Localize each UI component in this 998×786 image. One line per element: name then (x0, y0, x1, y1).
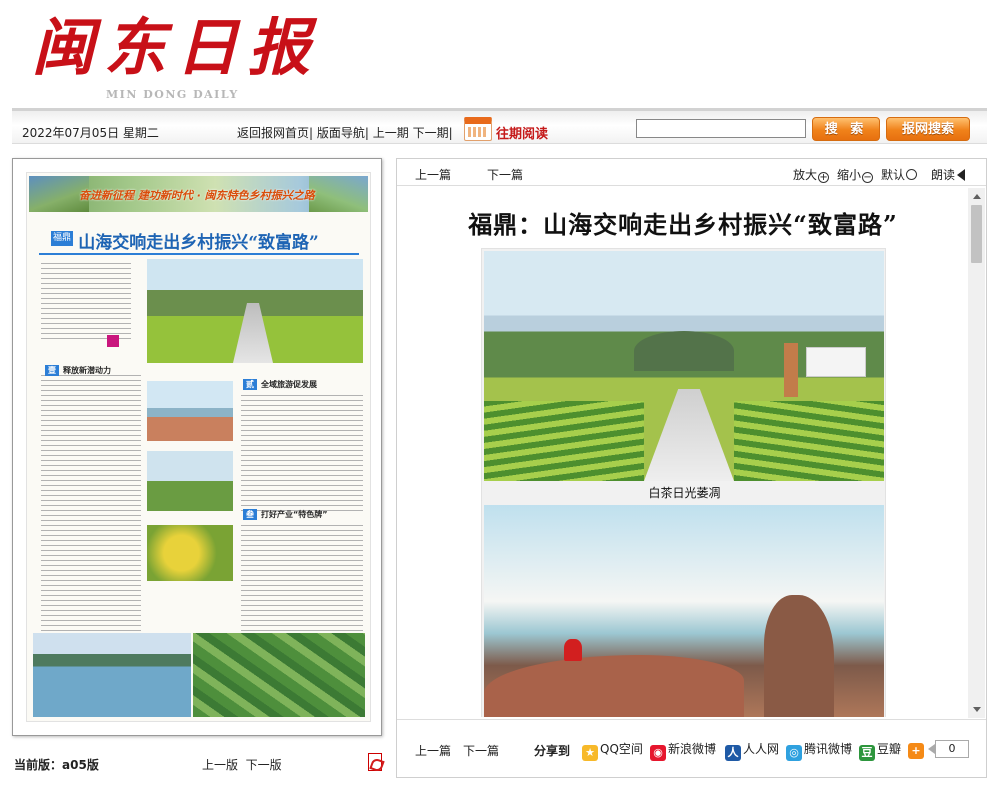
scroll-down-icon[interactable] (973, 707, 981, 712)
share-qzone[interactable]: ★ QQ空间 (582, 740, 643, 761)
title-rule (39, 253, 359, 255)
page-photo-tea (147, 259, 363, 363)
article-figure: 白茶日光萎凋 (481, 248, 886, 717)
speaker-icon (957, 169, 966, 181)
tea-withering-photo[interactable] (484, 251, 884, 481)
top-nav: 返回报网首页| 版面导航| 上一期 下一期| (237, 126, 453, 140)
douban-icon: 豆 (859, 745, 875, 761)
section-heading: 贰全域旅游促发展 (243, 379, 317, 390)
text-block (241, 523, 363, 631)
text-block (41, 261, 131, 341)
share-tencent-weibo[interactable]: ◎ 腾讯微博 (786, 740, 852, 761)
section-heading: 叁打好产业“特色牌” (243, 509, 328, 520)
share-douban[interactable]: 豆豆瓣 (859, 740, 901, 761)
calendar-icon[interactable] (464, 117, 492, 141)
page-footer: 当前版：a05版 上一版 下一版 (12, 752, 387, 776)
page-thumbnail-panel: 奋进新征程 建功新时代 · 闽东特色乡村振兴之路 福鼎 山海交响走出乡村振兴“致… (12, 158, 382, 736)
page-photo-bay (33, 633, 191, 717)
renren-icon: 人 (725, 745, 741, 761)
prev-article-link[interactable]: 上一篇 (415, 166, 451, 183)
page-photo-drone (147, 451, 233, 511)
pdf-icon[interactable] (368, 753, 382, 771)
home-link[interactable]: 返回报网首页 (237, 126, 309, 140)
top-toolbar: 2022年07月05日 星期二 返回报网首页| 版面导航| 上一期 下一期| 往… (12, 108, 987, 144)
share-bar: 上一篇 下一篇 分享到 ★ QQ空间 ◉ 新浪微博 人人人网 ◎ 腾讯微博 豆豆瓣 +… (397, 719, 986, 778)
share-renren[interactable]: 人人人网 (725, 740, 779, 761)
prev-page-link[interactable]: 上一版 (202, 758, 238, 772)
coast-photo[interactable] (484, 505, 884, 717)
photo-caption: 白茶日光萎凋 (648, 486, 721, 500)
current-page: 当前版：a05版 (14, 758, 99, 772)
newspaper-page[interactable]: 奋进新征程 建功新时代 · 闽东特色乡村振兴之路 福鼎 山海交响走出乡村振兴“致… (27, 173, 370, 721)
next-issue-link[interactable]: 下一期 (413, 126, 449, 140)
next-page-link[interactable]: 下一版 (246, 758, 282, 772)
share-label: 分享到 (534, 744, 571, 758)
prev-article-link[interactable]: 上一篇 (415, 742, 451, 759)
share-more[interactable]: + (908, 740, 926, 759)
search-input[interactable] (636, 119, 806, 138)
next-article-link[interactable]: 下一篇 (463, 742, 499, 759)
article-scrollbar[interactable] (968, 188, 985, 718)
read-aloud-control[interactable]: 朗读 (931, 166, 966, 183)
logo[interactable]: 闽东日报 (32, 8, 320, 88)
minus-icon: − (862, 172, 874, 183)
search-button[interactable]: 搜 索 (812, 117, 880, 141)
share-count: 0 (928, 740, 969, 758)
text-block (241, 393, 363, 513)
site-search-button[interactable]: 报网搜索 (886, 117, 970, 141)
scroll-thumb[interactable] (971, 205, 982, 263)
plus-icon: + (818, 172, 830, 183)
page-pagination: 上一版 下一版 (202, 756, 282, 773)
page-banner: 奋进新征程 建功新时代 · 闽东特色乡村振兴之路 (29, 176, 368, 212)
article-headline: 福鼎：山海交响走出乡村振兴“致富路” (468, 210, 898, 239)
zoom-out-control[interactable]: 缩小 − (837, 166, 874, 183)
pink-marker (107, 335, 119, 347)
next-article-link[interactable]: 下一篇 (487, 166, 523, 183)
article-body[interactable]: 福鼎：山海交响走出乡村振兴“致富路” 白茶日光萎凋 (398, 188, 968, 717)
past-issues-link[interactable]: 往期阅读 (496, 123, 548, 142)
article-panel: 上一篇 下一篇 放大 + 缩小 − 默认 朗读 福鼎：山海交响走出乡村振兴“致富路”… (396, 158, 987, 778)
page-photo-fields (193, 633, 365, 717)
share-weibo[interactable]: ◉ 新浪微博 (650, 740, 716, 761)
article-toolbar: 上一篇 下一篇 放大 + 缩小 − 默认 朗读 (397, 159, 986, 186)
zoom-in-control[interactable]: 放大 + (793, 166, 830, 183)
tencent-weibo-icon: ◎ (786, 745, 802, 761)
prev-issue-link[interactable]: 上一期 (373, 126, 409, 140)
weibo-icon: ◉ (650, 745, 666, 761)
page-title: 山海交响走出乡村振兴“致富路” (78, 233, 319, 253)
page-nav-link[interactable]: 版面导航 (317, 126, 365, 140)
page-photo-flowers (147, 525, 233, 581)
logo-english: MIN DONG DAILY (106, 88, 239, 101)
plus-icon: + (908, 743, 924, 759)
page-photo-coast (147, 381, 233, 441)
qzone-icon: ★ (582, 745, 598, 761)
default-size-control[interactable]: 默认 (881, 166, 918, 183)
scroll-up-icon[interactable] (973, 194, 981, 199)
masthead: 闽东日报 MIN DONG DAILY (0, 0, 998, 108)
circle-icon (906, 169, 918, 180)
page-banner-text: 奋进新征程 建功新时代 · 闽东特色乡村振兴之路 (79, 189, 315, 202)
issue-date: 2022年07月05日 星期二 (22, 126, 159, 140)
section-heading: 壹释放新潜动力 (45, 365, 111, 376)
